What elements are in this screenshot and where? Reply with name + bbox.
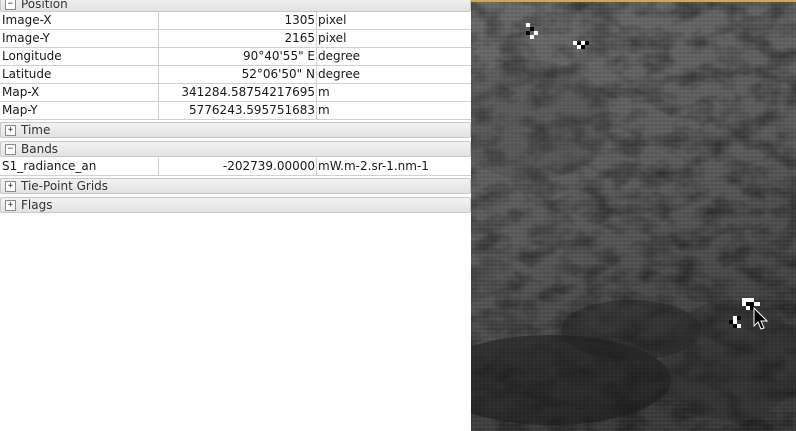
expand-icon[interactable]: + xyxy=(5,199,16,211)
row-value: 5776243.595751683 xyxy=(189,103,315,117)
row-name: Map-X xyxy=(2,85,40,99)
pixel-info-panel: − Position Image-X 1305 pixel Image-Y 21… xyxy=(0,0,471,431)
section-header-bands[interactable]: − Bands xyxy=(0,141,471,157)
table-row: Map-X 341284.58754217695 m xyxy=(0,84,471,102)
row-name: Map-Y xyxy=(2,103,38,117)
section-header-flags[interactable]: + Flags xyxy=(0,197,471,213)
row-name: Latitude xyxy=(2,67,52,81)
section-title-time: Time xyxy=(21,123,51,137)
row-unit: mW.m-2.sr-1.nm-1 xyxy=(318,159,429,173)
section-header-tie-point-grids[interactable]: + Tie-Point Grids xyxy=(0,178,471,194)
row-name: Image-X xyxy=(2,13,52,27)
collapse-icon[interactable]: − xyxy=(5,0,16,10)
column-divider xyxy=(316,12,317,120)
table-row: Map-Y 5776243.595751683 m xyxy=(0,102,471,120)
table-row: S1_radiance_an -202739.00000 mW.m-2.sr-1… xyxy=(0,158,471,176)
column-divider xyxy=(158,158,159,176)
image-view[interactable] xyxy=(471,0,796,431)
row-value: 1305 xyxy=(284,13,315,27)
row-value: -202739.00000 xyxy=(222,159,315,173)
table-row: Latitude 52°06'50" N degree xyxy=(0,66,471,84)
row-unit: degree xyxy=(318,67,361,81)
row-unit: m xyxy=(318,103,330,117)
column-divider xyxy=(158,12,159,120)
section-header-time[interactable]: + Time xyxy=(0,122,471,138)
expand-icon[interactable]: + xyxy=(5,124,16,136)
section-title-tie-point-grids: Tie-Point Grids xyxy=(21,179,109,193)
row-value: 2165 xyxy=(284,31,315,45)
row-name: Longitude xyxy=(2,49,62,63)
row-unit: pixel xyxy=(318,31,347,45)
table-row: Longitude 90°40'55" E degree xyxy=(0,48,471,66)
row-unit: m xyxy=(318,85,330,99)
column-divider xyxy=(316,158,317,176)
section-header-position[interactable]: − Position xyxy=(0,0,471,12)
row-name: Image-Y xyxy=(2,31,50,45)
section-title-position: Position xyxy=(21,0,68,11)
view-top-border xyxy=(471,0,796,2)
row-unit: degree xyxy=(318,49,361,63)
table-row: Image-X 1305 pixel xyxy=(0,12,471,30)
row-unit: pixel xyxy=(318,13,347,27)
row-value: 52°06'50" N xyxy=(241,67,315,81)
section-title-flags: Flags xyxy=(21,198,53,212)
expand-icon[interactable]: + xyxy=(5,180,16,192)
collapse-icon[interactable]: − xyxy=(5,143,16,155)
row-name: S1_radiance_an xyxy=(2,159,97,173)
section-title-bands: Bands xyxy=(21,142,59,156)
row-value: 341284.58754217695 xyxy=(181,85,315,99)
table-row: Image-Y 2165 pixel xyxy=(0,30,471,48)
row-value: 90°40'55" E xyxy=(242,49,315,63)
